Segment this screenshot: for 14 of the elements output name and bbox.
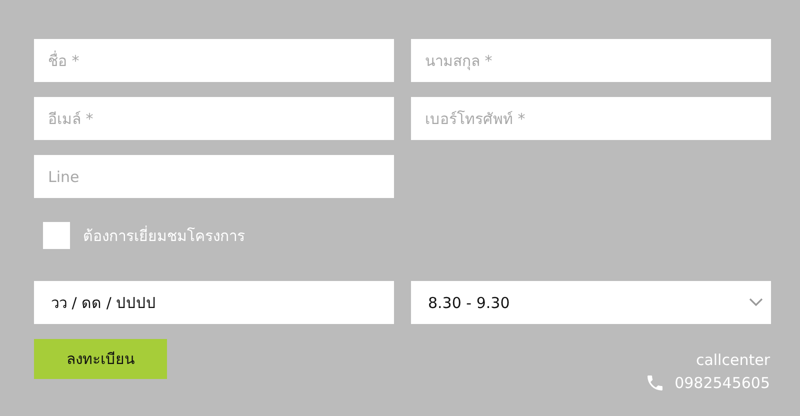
text-field[interactable]: Line [34,155,394,198]
chevron-down-icon [749,298,763,307]
text-field[interactable]: นามสกุล * [411,39,771,82]
checkbox-label: ต้องการเยี่ยมชมโครงการ [83,224,245,246]
text-field[interactable]: อีเมล์ * [34,97,394,140]
time-select[interactable]: 8.30 - 9.30 [411,281,771,324]
callcenter-label: callcenter [696,351,770,369]
checkbox[interactable] [43,222,70,249]
phone-number: 0982545605 [674,374,770,392]
text-field[interactable]: ชื่อ * [34,39,394,82]
register-button[interactable]: ลงทะเบียน [34,339,167,379]
text-field[interactable]: เบอร์โทรศัพท์ * [411,97,771,140]
date-field[interactable]: วว / ดด / ปปปป [34,281,394,324]
phone-icon [644,373,665,393]
